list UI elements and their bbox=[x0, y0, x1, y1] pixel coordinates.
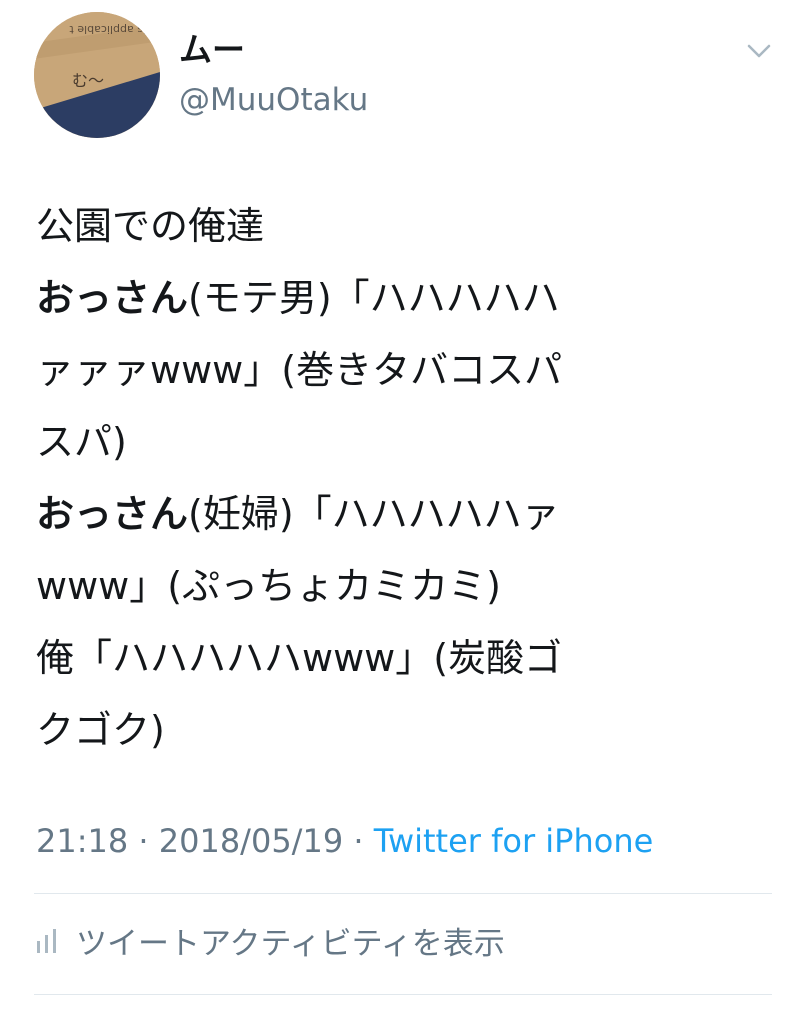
avatar[interactable]: is applicable t む〜 bbox=[34, 12, 160, 138]
tweet-line: スパ) bbox=[36, 420, 127, 464]
tweet-line: ァァァwww」(巻きタバコスパ bbox=[36, 348, 563, 392]
avatar-handwriting: む〜 bbox=[72, 71, 104, 90]
avatar-paper-text: is applicable t bbox=[69, 23, 146, 36]
user-handle[interactable]: @MuuOtaku bbox=[179, 80, 368, 120]
bar-chart-icon bbox=[36, 927, 58, 953]
display-name[interactable]: ムー bbox=[179, 30, 245, 70]
chevron-down-icon[interactable] bbox=[744, 36, 774, 66]
tweet-header: is applicable t む〜 ムー @MuuOtaku bbox=[34, 12, 774, 142]
tweet-source-link[interactable]: Twitter for iPhone bbox=[374, 822, 654, 860]
tweet-line: おっさん(モテ男)「ハハハハハ bbox=[36, 276, 560, 320]
tweet-activity-label: ツイートアクティビティを表示 bbox=[76, 925, 505, 962]
tweet-meta: 21:18 · 2018/05/19 · Twitter for iPhone bbox=[36, 818, 653, 864]
tweet-line: クゴク) bbox=[36, 708, 165, 752]
tweet-line: 公園での俺達 bbox=[36, 204, 265, 248]
divider bbox=[34, 893, 772, 894]
meta-separator: · bbox=[128, 822, 159, 860]
tweet-time[interactable]: 21:18 bbox=[36, 822, 128, 860]
avatar-photo: is applicable t む〜 bbox=[34, 12, 160, 138]
tweet-date[interactable]: 2018/05/19 bbox=[159, 822, 343, 860]
tweet-text: 公園での俺達 おっさん(モテ男)「ハハハハハ ァァァwww」(巻きタバコスパ ス… bbox=[36, 190, 756, 766]
tweet-line: おっさん(妊婦)「ハハハハハァ bbox=[36, 492, 560, 536]
tweet-line: 俺「ハハハハハwww」(炭酸ゴ bbox=[36, 636, 563, 680]
divider bbox=[34, 994, 772, 995]
tweet-line: www」(ぷっちょカミカミ) bbox=[36, 564, 501, 608]
meta-separator: · bbox=[343, 822, 374, 860]
tweet-activity-link[interactable]: ツイートアクティビティを表示 bbox=[36, 915, 505, 965]
